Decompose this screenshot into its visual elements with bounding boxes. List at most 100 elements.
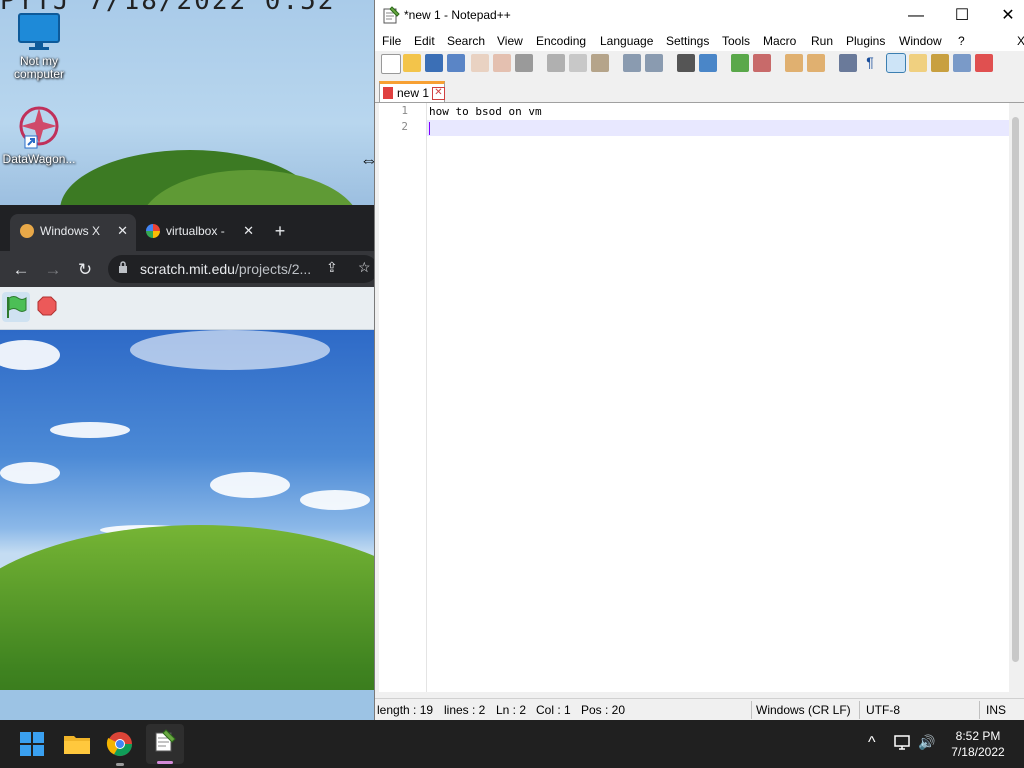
status-lines: lines : 2 (444, 703, 486, 717)
menu-view[interactable]: View (497, 34, 523, 48)
back-button[interactable]: ← (10, 259, 32, 281)
new-tab-button[interactable]: + (270, 221, 290, 241)
desktop-icon-label: computer (13, 67, 65, 81)
line-number-gutter: 1 2 (379, 103, 427, 692)
menu-help[interactable]: ? (958, 34, 965, 48)
copy-icon[interactable] (569, 54, 587, 72)
address-bar[interactable]: scratch.mit.edu/projects/2... ⇪ ☆ (108, 255, 374, 283)
open-file-icon[interactable] (403, 54, 421, 72)
close-all-icon[interactable] (493, 54, 511, 72)
window-title: *new 1 - Notepad++ (404, 8, 511, 22)
menu-run[interactable]: Run (811, 34, 833, 48)
menu-tools[interactable]: Tools (722, 34, 750, 48)
stop-sign-button[interactable] (37, 296, 57, 316)
status-line-number: Ln : 2 (496, 703, 527, 717)
current-line-highlight (427, 120, 1011, 136)
status-column: Col : 1 (536, 703, 571, 717)
redo-icon[interactable] (645, 54, 663, 72)
chrome-tab-virtualbox[interactable]: virtualbox - ✕ (136, 214, 262, 251)
menu-close-document[interactable]: X (1017, 34, 1024, 48)
notepad-plus-plus-icon (155, 729, 176, 752)
network-icon[interactable] (893, 734, 913, 752)
status-eol[interactable]: Windows (CR LF) (756, 703, 851, 717)
menu-encoding[interactable]: Encoding (536, 34, 586, 48)
notepad-plus-plus-icon (383, 6, 400, 24)
menu-bar: File Edit Search View Encoding Language … (375, 31, 1024, 51)
file-explorer-icon[interactable] (61, 728, 93, 760)
desktop-wallpaper: PYTJ 7/18/2022 0:52 Not my computer Data… (0, 0, 374, 205)
replace-icon[interactable] (699, 54, 717, 72)
document-tab-new-1[interactable]: new 1 ✕ (379, 81, 445, 102)
function-list-icon[interactable] (953, 54, 971, 72)
save-all-icon[interactable] (447, 54, 465, 72)
new-file-icon[interactable] (381, 54, 401, 74)
sync-horizontal-icon[interactable] (807, 54, 825, 72)
sync-vertical-icon[interactable] (785, 54, 803, 72)
vertical-scrollbar[interactable] (1009, 103, 1023, 692)
paste-icon[interactable] (591, 54, 609, 72)
save-icon[interactable] (425, 54, 443, 72)
cut-icon[interactable] (547, 54, 565, 72)
zoom-in-icon[interactable] (731, 54, 749, 72)
bookmark-star-icon[interactable]: ☆ (358, 259, 371, 276)
menu-edit[interactable]: Edit (414, 34, 435, 48)
tab-close-icon[interactable]: ✕ (243, 223, 254, 239)
print-icon[interactable] (515, 54, 533, 72)
status-length: length : 19 (377, 703, 434, 717)
undo-icon[interactable] (623, 54, 641, 72)
menu-macro[interactable]: Macro (763, 34, 796, 48)
scratch-controls-bar (0, 287, 374, 330)
tab-close-icon[interactable]: ✕ (432, 87, 445, 100)
monitor-icon (18, 13, 60, 50)
wallpaper-grass-hill (0, 525, 374, 690)
desktop-icon-computer[interactable]: Not my computer (1, 12, 77, 81)
menu-plugins[interactable]: Plugins (846, 34, 885, 48)
document-tab-bar: new 1 ✕ (375, 78, 1024, 103)
tab-title: Windows X (40, 224, 101, 238)
scrollbar-thumb[interactable] (1012, 117, 1019, 662)
tab-title: virtualbox - (166, 224, 225, 238)
menu-language[interactable]: Language (600, 34, 653, 48)
zoom-out-icon[interactable] (753, 54, 771, 72)
windows-start-icon[interactable] (16, 728, 48, 760)
scratch-stage[interactable] (0, 330, 374, 690)
text-editor[interactable]: 1 2 how to bsod on vm (379, 103, 1023, 692)
document-tab-label: new 1 (397, 86, 430, 100)
record-macro-icon[interactable] (975, 54, 993, 72)
taskbar-clock[interactable]: 8:52 PM 7/18/2022 (940, 728, 1016, 760)
indent-guide-icon[interactable] (886, 53, 906, 73)
forward-button[interactable]: → (42, 259, 64, 281)
show-hidden-icons-chevron[interactable]: ^ (868, 734, 876, 752)
cloud (50, 422, 130, 438)
word-wrap-icon[interactable] (839, 54, 857, 72)
line-number: 1 (401, 104, 408, 117)
reload-button[interactable]: ↻ (74, 259, 96, 281)
show-all-characters-icon[interactable]: ¶ (861, 54, 879, 72)
close-file-icon[interactable] (471, 54, 489, 72)
cloud (0, 340, 60, 370)
notepad-plus-plus-taskbar-button[interactable] (146, 724, 184, 764)
volume-icon[interactable]: 🔊 (918, 734, 935, 751)
document-map-icon[interactable] (931, 54, 949, 72)
text-caret (429, 122, 430, 135)
npp-toolbar: ¶ (375, 51, 1024, 76)
tab-close-icon[interactable]: ✕ (117, 223, 128, 239)
green-flag-button[interactable] (2, 292, 30, 322)
desktop-icon-datawagon[interactable]: DataWagon... (1, 104, 77, 166)
menu-window[interactable]: Window (899, 34, 942, 48)
find-icon[interactable] (677, 54, 695, 72)
status-encoding[interactable]: UTF-8 (866, 703, 900, 717)
share-icon[interactable]: ⇪ (326, 259, 338, 276)
menu-search[interactable]: Search (447, 34, 485, 48)
menu-settings[interactable]: Settings (666, 34, 709, 48)
close-button[interactable]: ✕ (985, 0, 1024, 31)
minimize-button[interactable]: — (893, 0, 939, 31)
menu-file[interactable]: File (382, 34, 401, 48)
maximize-button[interactable]: ☐ (939, 0, 985, 31)
status-divider (751, 701, 752, 719)
chrome-icon[interactable] (104, 728, 136, 760)
npp-title-bar[interactable]: *new 1 - Notepad++ — ☐ ✕ (375, 0, 1024, 31)
google-favicon-icon (146, 224, 160, 238)
chrome-tab-windows-xp[interactable]: Windows X ✕ (10, 214, 136, 251)
user-language-icon[interactable] (909, 54, 927, 72)
